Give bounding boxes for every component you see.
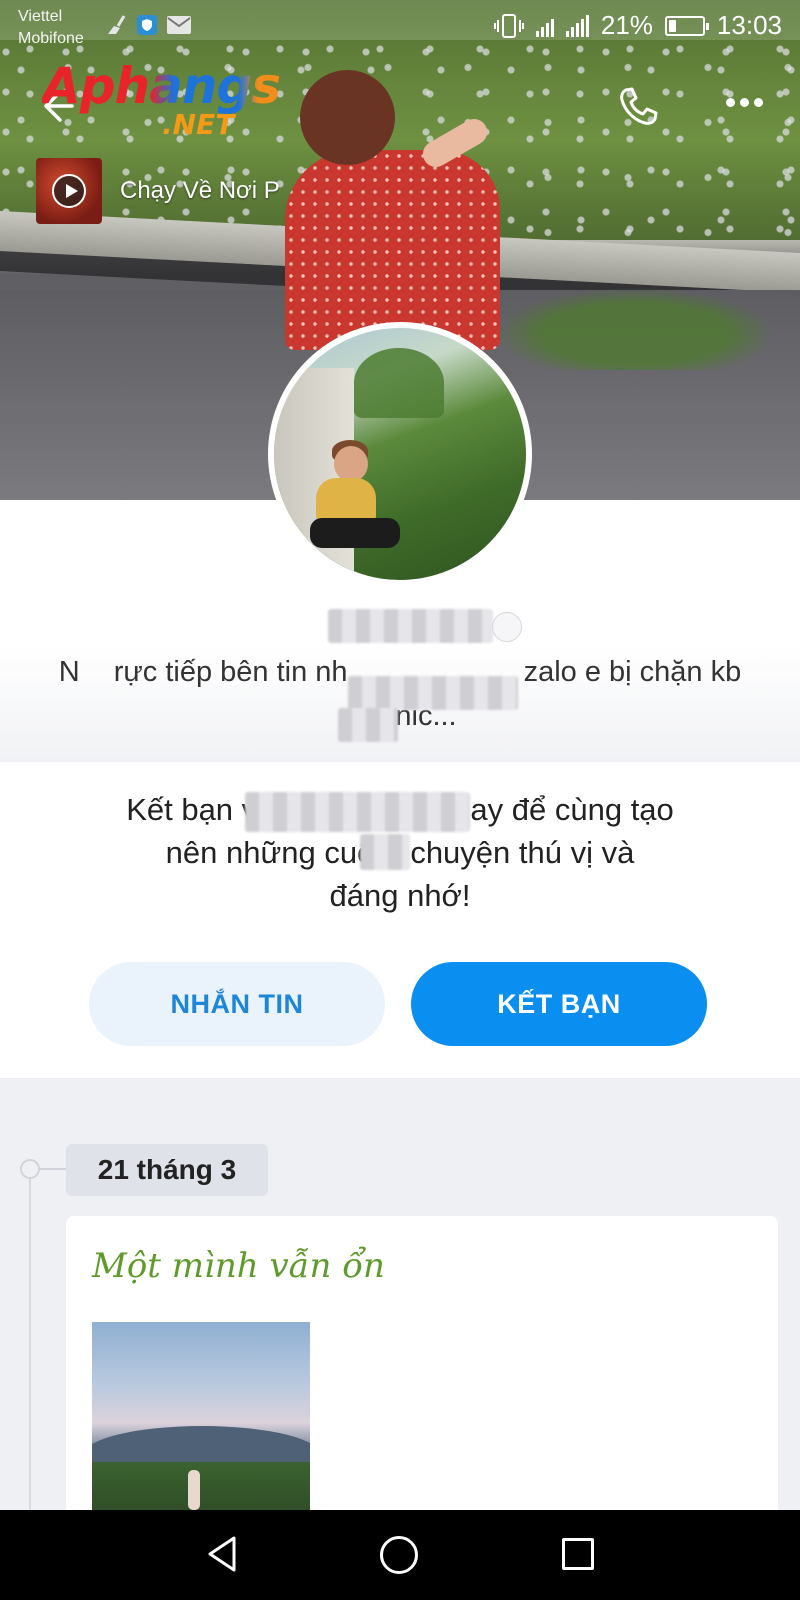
friend-prompt-line-1b: gay để cùng tạo xyxy=(453,792,674,827)
logo-suffix: .NET xyxy=(162,108,235,141)
add-friend-button[interactable]: KẾT BẠN xyxy=(411,962,707,1046)
timeline-line xyxy=(29,1168,31,1518)
carrier-name-2: Mobifone xyxy=(18,30,84,47)
song-title: Chạy Về Nơi P xyxy=(120,177,280,204)
friend-prompt-line-1a: Kết bạn v xyxy=(126,792,258,827)
cover-person-dress-pattern xyxy=(285,150,500,350)
bio-part-1: N xyxy=(58,656,80,688)
post-title: Một mình vẫn ổn xyxy=(92,1246,385,1286)
square-recent-icon[interactable] xyxy=(562,1538,594,1570)
friend-name-blur xyxy=(245,792,470,832)
play-icon[interactable] xyxy=(52,174,86,208)
name-blur xyxy=(327,609,493,643)
notification-icons xyxy=(104,14,192,36)
triangle-back-icon[interactable] xyxy=(204,1534,244,1574)
avatar[interactable] xyxy=(268,322,532,586)
broom-icon xyxy=(108,15,126,34)
friend-prompt-line-2b: chuyện thú vị và xyxy=(410,835,635,870)
more-dots-icon[interactable] xyxy=(726,98,766,114)
avatar-person-legs xyxy=(310,518,400,548)
battery-percent: 21% xyxy=(600,10,653,40)
vibrate-icon xyxy=(493,13,524,38)
avatar-tree xyxy=(354,348,444,418)
friend-prompt-line-2a: nên những cuộ xyxy=(165,835,375,870)
watermark-logo: Aphangs .NET xyxy=(42,58,282,148)
bio-blur-2 xyxy=(338,708,398,742)
timeline-date: 21 tháng 3 xyxy=(66,1144,268,1196)
shield-icon xyxy=(137,15,157,35)
carrier-info: Viettel Mobifone xyxy=(18,6,84,50)
cover-person-hair xyxy=(300,70,395,165)
battery-level xyxy=(668,19,677,32)
navigation-bar xyxy=(0,1510,800,1600)
timeline: 21 tháng 3 Một mình vẫn ổn xyxy=(0,1078,800,1536)
bio-part-3: zalo e bị chặn kb xyxy=(523,656,742,688)
battery-icon xyxy=(664,15,709,36)
profile-music[interactable]: Chạy Về Nơi P xyxy=(36,158,280,224)
avatar-person-shirt xyxy=(316,478,376,522)
post-photo-person xyxy=(188,1470,200,1510)
zalo-profile-screen: Viettel Mobifone 21% 13:03 Aphangs .NET … xyxy=(0,0,800,1600)
bio-part-2: rực tiếp bên tin nh xyxy=(113,656,348,688)
friend-prompt-line-3: đáng nhớ! xyxy=(329,878,471,913)
status-bar: Viettel Mobifone 21% 13:03 xyxy=(0,0,800,52)
system-status: 21% 13:03 xyxy=(493,10,782,41)
logo-text: Aphangs xyxy=(42,58,282,114)
clock: 13:03 xyxy=(716,10,782,40)
timeline-connector xyxy=(40,1168,66,1170)
phone-icon[interactable] xyxy=(616,84,660,128)
profile-name-redacted xyxy=(310,606,510,646)
name-verify-icon xyxy=(492,612,522,642)
friend-text-blur xyxy=(360,834,410,870)
cover-weeds xyxy=(470,280,800,370)
carrier-name-1: Viettel xyxy=(18,8,63,25)
post-photo[interactable] xyxy=(92,1322,310,1532)
timeline-dot xyxy=(20,1159,40,1179)
timeline-post[interactable]: Một mình vẫn ổn xyxy=(66,1216,778,1536)
circle-home-icon[interactable] xyxy=(380,1536,418,1574)
bio-blur xyxy=(348,676,518,710)
signal-strength-icon-1 xyxy=(535,15,554,37)
avatar-person-head xyxy=(334,446,368,482)
mail-icon xyxy=(167,16,191,34)
friend-request-section: Kết bạn v gay để cùng tạo nên những cuộ ch… xyxy=(0,762,800,1078)
signal-strength-icon-2 xyxy=(565,14,589,37)
music-cover xyxy=(36,158,102,224)
message-button[interactable]: NHẮN TIN xyxy=(89,962,385,1046)
